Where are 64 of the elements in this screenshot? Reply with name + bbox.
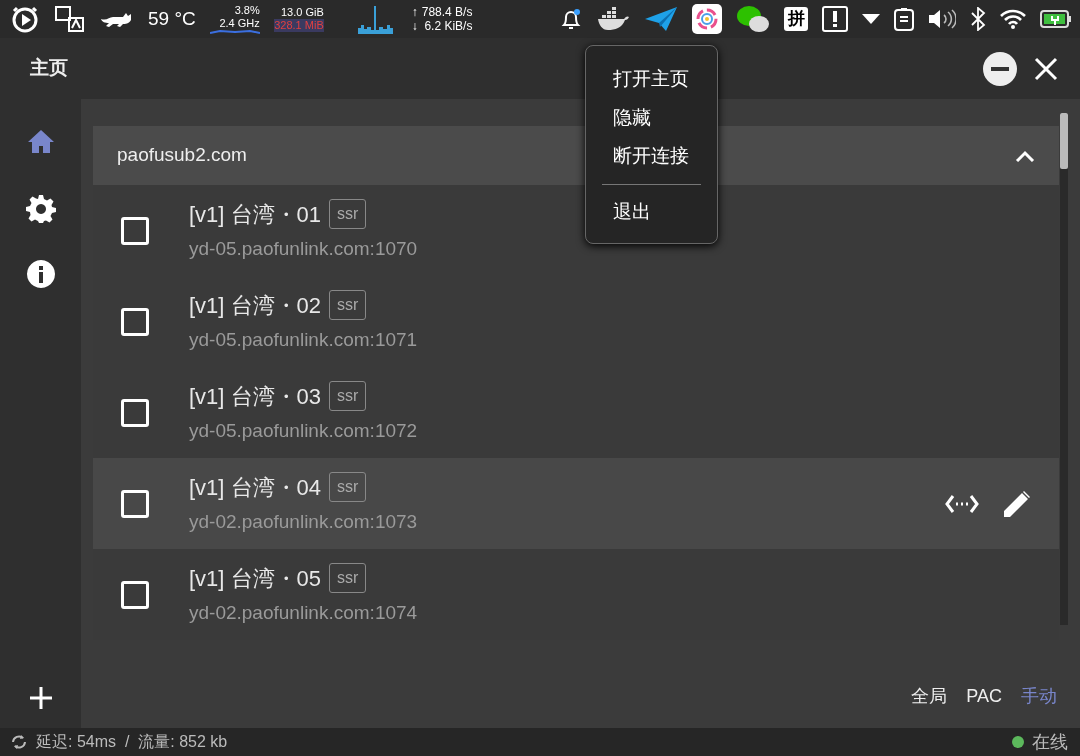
bell-icon[interactable] <box>560 7 582 31</box>
swirl-icon[interactable] <box>692 4 722 34</box>
protocol-tag: ssr <box>329 381 367 412</box>
protocol-tag: ssr <box>329 563 367 594</box>
checkbox[interactable] <box>121 398 149 427</box>
server-row[interactable]: [v1] 台湾・04 ssr yd-02.paofunlink.com:1073 <box>93 458 1059 549</box>
play-clock-icon[interactable] <box>10 4 40 34</box>
page-title: 主页 <box>30 56 68 81</box>
latency-traffic-stats: 延迟: 54ms / 流量: 852 kb <box>36 732 229 752</box>
mode-option[interactable]: PAC <box>966 683 1002 710</box>
chevron-icon <box>1015 149 1035 162</box>
paper-plane-icon[interactable] <box>644 5 678 33</box>
menu-item[interactable]: 退出 <box>586 192 717 231</box>
info-icon[interactable] <box>25 259 56 289</box>
dropdown-triangle-icon[interactable] <box>862 14 880 24</box>
server-address: yd-05.paofunlink.com:1072 <box>189 418 419 443</box>
clipboard-icon[interactable] <box>894 7 914 31</box>
checkbox[interactable] <box>121 307 149 336</box>
server-name: [v1] 台湾・04 <box>189 473 322 502</box>
translate-icon[interactable] <box>54 4 86 34</box>
upload-arrow: ↑ <box>411 5 418 19</box>
cpu-graph <box>209 29 260 35</box>
protocol-tag: ssr <box>329 199 367 230</box>
mode-option[interactable]: 全局 <box>911 683 948 710</box>
server-name: [v1] 台湾・01 <box>189 200 322 229</box>
temperature-reading: 59 °C <box>148 6 196 31</box>
menu-item[interactable]: 打开主页 <box>586 60 717 99</box>
checkbox[interactable] <box>121 216 149 245</box>
server-name: [v1] 台湾・03 <box>189 382 322 411</box>
menu-item[interactable]: 断开连接 <box>586 137 717 176</box>
cpu-frequency-reading: 2.4 GHz <box>218 16 260 30</box>
minimize-button[interactable] <box>982 50 1018 87</box>
download-arrow: ↓ <box>411 19 418 33</box>
battery-icon[interactable] <box>1040 10 1072 28</box>
download-speed: 6.2 KiB/s <box>423 19 473 33</box>
chat-bubbles-icon[interactable] <box>736 4 770 34</box>
server-address: yd-02.paofunlink.com:1073 <box>189 509 419 534</box>
memory-used-reading: 328.1 MiB <box>273 19 324 32</box>
protocol-tag: ssr <box>329 472 367 503</box>
connection-status: 在线 <box>1032 730 1068 754</box>
memory-total-reading: 13.0 GiB <box>279 6 324 19</box>
upload-speed: 788.4 B/s <box>421 5 473 19</box>
scrollbar[interactable] <box>1060 113 1068 625</box>
add-icon[interactable] <box>28 685 53 710</box>
protocol-tag: ssr <box>329 290 367 321</box>
checkbox[interactable] <box>121 489 149 518</box>
input-method-indicator[interactable]: 拼 <box>784 7 808 31</box>
settings-icon[interactable] <box>25 193 56 223</box>
bluetooth-icon[interactable] <box>970 7 986 31</box>
server-name: [v1] 台湾・05 <box>189 564 322 593</box>
whale-icon[interactable] <box>596 6 630 32</box>
close-button[interactable] <box>1034 56 1058 81</box>
server-address: yd-05.paofunlink.com:1070 <box>189 236 419 261</box>
alert-icon[interactable] <box>822 6 848 32</box>
volume-icon[interactable] <box>928 8 956 30</box>
server-address: yd-05.paofunlink.com:1071 <box>189 327 419 352</box>
server-name: [v1] 台湾・02 <box>189 291 322 320</box>
server-address: yd-02.paofunlink.com:1074 <box>189 600 419 625</box>
group-title: paofusub2.com <box>117 143 247 168</box>
wifi-icon[interactable] <box>1000 9 1026 29</box>
checkbox[interactable] <box>121 580 149 609</box>
edit-icon[interactable] <box>1003 489 1031 518</box>
refresh-icon[interactable] <box>10 733 28 751</box>
cpu-load-reading: 3.8% <box>233 3 260 17</box>
